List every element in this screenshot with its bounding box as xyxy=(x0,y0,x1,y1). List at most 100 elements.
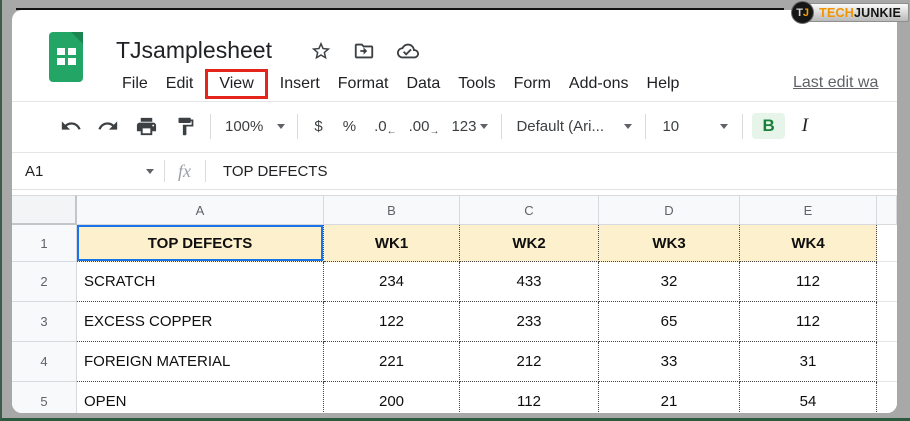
cell-d2[interactable]: 32 xyxy=(599,262,740,302)
screenshot-frame: TJ TECHJUNKIE TJsamplesheet xyxy=(0,0,910,421)
redo-icon[interactable] xyxy=(97,115,119,137)
chevron-down-icon xyxy=(146,169,154,174)
menu-view-highlighted[interactable]: View xyxy=(205,69,267,99)
cell-a1-selected[interactable]: TOP DEFECTS xyxy=(77,225,324,262)
column-header-c[interactable]: C xyxy=(460,195,599,225)
cell-e1[interactable]: WK4 xyxy=(740,225,877,262)
bold-button[interactable]: B xyxy=(752,113,784,139)
techjunkie-monogram-icon: TJ xyxy=(791,1,814,24)
cell-f3[interactable] xyxy=(877,302,897,342)
cell-b2[interactable]: 234 xyxy=(324,262,460,302)
currency-format-button[interactable]: $ xyxy=(314,118,322,135)
menu-format[interactable]: Format xyxy=(329,71,398,97)
document-title[interactable]: TJsamplesheet xyxy=(116,37,272,64)
select-all-corner[interactable] xyxy=(12,195,77,225)
techjunkie-logo: TJ TECHJUNKIE xyxy=(791,1,909,24)
cell-e5[interactable]: 54 xyxy=(740,382,877,413)
column-header-a[interactable]: A xyxy=(77,195,324,225)
cell-a5[interactable]: OPEN xyxy=(77,382,324,413)
sheet-row: 3 EXCESS COPPER 122 233 65 112 xyxy=(12,302,897,342)
name-box[interactable]: A1 xyxy=(12,163,164,180)
google-sheets-logo-icon[interactable] xyxy=(49,32,83,87)
cell-d5[interactable]: 21 xyxy=(599,382,740,413)
cell-f4[interactable] xyxy=(877,342,897,382)
toolbar-separator xyxy=(501,114,502,139)
row-header-4[interactable]: 4 xyxy=(12,342,77,382)
cell-f2[interactable] xyxy=(877,262,897,302)
sheets-window: TJsamplesheet File Edit View Insert Form… xyxy=(12,10,897,413)
percent-format-button[interactable]: % xyxy=(343,118,356,135)
star-icon[interactable] xyxy=(310,40,332,62)
menu-help[interactable]: Help xyxy=(638,71,689,97)
column-header-e[interactable]: E xyxy=(740,195,877,225)
more-formats-button[interactable]: 123 xyxy=(451,118,488,135)
fx-icon: fx xyxy=(178,161,191,182)
cell-f5[interactable] xyxy=(877,382,897,413)
font-family-select[interactable]: Default (Ari... xyxy=(516,118,632,135)
sheet-row: 5 OPEN 200 112 21 54 xyxy=(12,382,897,413)
row-header-5[interactable]: 5 xyxy=(12,382,77,413)
cell-b4[interactable]: 221 xyxy=(324,342,460,382)
menu-addons[interactable]: Add-ons xyxy=(560,71,638,97)
column-header-partial[interactable] xyxy=(877,195,897,225)
chevron-down-icon xyxy=(277,124,285,129)
row-header-2[interactable]: 2 xyxy=(12,262,77,302)
chevron-down-icon xyxy=(624,124,632,129)
print-icon[interactable] xyxy=(135,115,158,138)
cell-c1[interactable]: WK2 xyxy=(460,225,599,262)
cell-a2[interactable]: SCRATCH xyxy=(77,262,324,302)
cell-d3[interactable]: 65 xyxy=(599,302,740,342)
cell-e4[interactable]: 31 xyxy=(740,342,877,382)
menu-data[interactable]: Data xyxy=(397,71,449,97)
menu-bar: File Edit View Insert Format Data Tools … xyxy=(113,67,688,101)
cell-e2[interactable]: 112 xyxy=(740,262,877,302)
spreadsheet-grid: A B C D E 1 TOP DEFECTS WK1 WK2 WK3 WK4 … xyxy=(12,191,897,413)
toolbar-separator xyxy=(645,114,646,139)
menu-insert[interactable]: Insert xyxy=(271,71,329,97)
row-header-1[interactable]: 1 xyxy=(12,225,77,262)
menu-file[interactable]: File xyxy=(113,71,157,97)
row-header-3[interactable]: 3 xyxy=(12,302,77,342)
menu-form[interactable]: Form xyxy=(505,71,560,97)
column-header-b[interactable]: B xyxy=(324,195,460,225)
column-header-d[interactable]: D xyxy=(599,195,740,225)
brand-divider-line xyxy=(16,8,784,10)
italic-button[interactable]: I xyxy=(796,115,814,137)
toolbar-separator xyxy=(297,114,298,139)
cell-d4[interactable]: 33 xyxy=(599,342,740,382)
last-edit-link[interactable]: Last edit wa xyxy=(793,74,897,92)
decrease-decimal-button[interactable]: .0← xyxy=(374,118,397,135)
cell-f1[interactable] xyxy=(877,225,897,262)
right-arrow-icon: → xyxy=(429,126,439,137)
toolbar: 100% $ % .0← .00→ 123 Default (Ari... xyxy=(60,102,897,150)
menu-tools[interactable]: Tools xyxy=(449,71,504,97)
cell-b1[interactable]: WK1 xyxy=(324,225,460,262)
cell-b3[interactable]: 122 xyxy=(324,302,460,342)
cell-e3[interactable]: 112 xyxy=(740,302,877,342)
cell-c2[interactable]: 433 xyxy=(460,262,599,302)
chevron-down-icon xyxy=(720,124,728,129)
cell-c3[interactable]: 233 xyxy=(460,302,599,342)
sheet-row: 4 FOREIGN MATERIAL 221 212 33 31 xyxy=(12,342,897,382)
paint-format-icon[interactable] xyxy=(175,116,196,137)
cell-b5[interactable]: 200 xyxy=(324,382,460,413)
chevron-down-icon xyxy=(480,124,488,129)
increase-decimal-button[interactable]: .00→ xyxy=(409,118,440,135)
formula-input[interactable]: TOP DEFECTS xyxy=(223,163,327,180)
cloud-check-icon[interactable] xyxy=(396,40,420,62)
menu-edit[interactable]: Edit xyxy=(157,71,203,97)
undo-icon[interactable] xyxy=(60,115,82,137)
font-size-select[interactable]: 10 xyxy=(662,118,728,135)
cell-c4[interactable]: 212 xyxy=(460,342,599,382)
sheet-row: 2 SCRATCH 234 433 32 112 xyxy=(12,262,897,302)
cell-d1[interactable]: WK3 xyxy=(599,225,740,262)
cell-a3[interactable]: EXCESS COPPER xyxy=(77,302,324,342)
sheet-row: 1 TOP DEFECTS WK1 WK2 WK3 WK4 xyxy=(12,225,897,262)
formula-bar-separator xyxy=(164,160,165,182)
toolbar-separator xyxy=(742,114,743,139)
zoom-select[interactable]: 100% xyxy=(225,118,285,135)
toolbar-separator xyxy=(210,114,211,139)
cell-a4[interactable]: FOREIGN MATERIAL xyxy=(77,342,324,382)
cell-c5[interactable]: 112 xyxy=(460,382,599,413)
move-folder-icon[interactable] xyxy=(353,40,375,62)
